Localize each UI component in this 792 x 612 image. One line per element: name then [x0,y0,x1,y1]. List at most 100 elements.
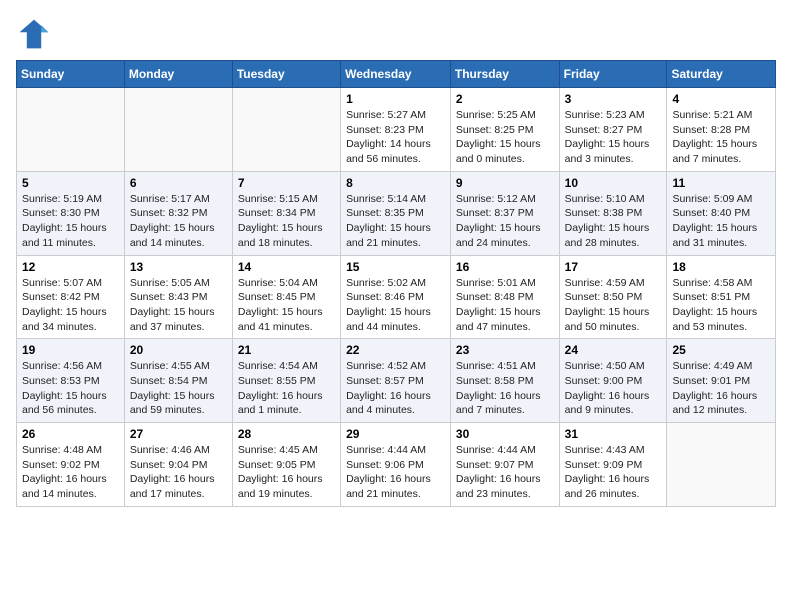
weekday-header-thursday: Thursday [450,61,559,88]
day-info: Sunrise: 4:46 AM Sunset: 9:04 PM Dayligh… [130,443,227,502]
day-info: Sunrise: 4:54 AM Sunset: 8:55 PM Dayligh… [238,359,335,418]
day-number: 20 [130,343,227,357]
day-cell-20: 20 Sunrise: 4:55 AM Sunset: 8:54 PM Dayli… [124,339,232,423]
day-number: 28 [238,427,335,441]
day-info: Sunrise: 4:49 AM Sunset: 9:01 PM Dayligh… [672,359,770,418]
day-cell-24: 24Sunrise: 4:50 AM Sunset: 9:00 PM Dayli… [559,339,667,423]
day-number: 8 [346,176,445,190]
day-number: 31 [565,427,662,441]
day-info: Sunrise: 5:07 AM Sunset: 8:42 PM Dayligh… [22,276,119,335]
day-cell-10: 10 Sunrise: 5:10 AM Sunset: 8:38 PM Dayli… [559,171,667,255]
day-info: Sunrise: 4:45 AM Sunset: 9:05 PM Dayligh… [238,443,335,502]
day-number: 18 [672,260,770,274]
day-number: 7 [238,176,335,190]
day-number: 3 [565,92,662,106]
day-info: Sunrise: 5:02 AM Sunset: 8:46 PM Dayligh… [346,276,445,335]
day-number: 14 [238,260,335,274]
day-number: 6 [130,176,227,190]
page-header [16,16,776,52]
day-info: Sunrise: 5:04 AM Sunset: 8:45 PM Dayligh… [238,276,335,335]
day-info: Sunrise: 4:52 AM Sunset: 8:57 PM Dayligh… [346,359,445,418]
day-cell-29: 29 Sunrise: 4:44 AM Sunset: 9:06 PM Dayli… [341,423,451,507]
day-info: Sunrise: 5:19 AM Sunset: 8:30 PM Dayligh… [22,192,119,251]
week-row-2: 5 Sunrise: 5:19 AM Sunset: 8:30 PM Daylig… [17,171,776,255]
day-cell-7: 7 Sunrise: 5:15 AM Sunset: 8:34 PM Daylig… [232,171,340,255]
day-info: Sunrise: 5:25 AM Sunset: 8:25 PM Dayligh… [456,108,554,167]
day-number: 25 [672,343,770,357]
day-info: Sunrise: 4:59 AM Sunset: 8:50 PM Dayligh… [565,276,662,335]
calendar: SundayMondayTuesdayWednesdayThursdayFrid… [16,60,776,507]
week-row-5: 26Sunrise: 4:48 AM Sunset: 9:02 PM Dayli… [17,423,776,507]
day-number: 13 [130,260,227,274]
day-cell-8: 8Sunrise: 5:14 AM Sunset: 8:35 PM Daylig… [341,171,451,255]
day-info: Sunrise: 4:43 AM Sunset: 9:09 PM Dayligh… [565,443,662,502]
weekday-header-monday: Monday [124,61,232,88]
day-cell-31: 31 Sunrise: 4:43 AM Sunset: 9:09 PM Dayli… [559,423,667,507]
day-cell-13: 13 Sunrise: 5:05 AM Sunset: 8:43 PM Dayli… [124,255,232,339]
day-number: 11 [672,176,770,190]
empty-cell [667,423,776,507]
day-info: Sunrise: 5:15 AM Sunset: 8:34 PM Dayligh… [238,192,335,251]
day-cell-30: 30Sunrise: 4:44 AM Sunset: 9:07 PM Dayli… [450,423,559,507]
day-cell-5: 5 Sunrise: 5:19 AM Sunset: 8:30 PM Daylig… [17,171,125,255]
day-cell-1: 1 Sunrise: 5:27 AM Sunset: 8:23 PM Daylig… [341,88,451,172]
day-cell-3: 3 Sunrise: 5:23 AM Sunset: 8:27 PM Daylig… [559,88,667,172]
day-cell-18: 18 Sunrise: 4:58 AM Sunset: 8:51 PM Dayli… [667,255,776,339]
day-info: Sunrise: 4:56 AM Sunset: 8:53 PM Dayligh… [22,359,119,418]
day-cell-19: 19 Sunrise: 4:56 AM Sunset: 8:53 PM Dayli… [17,339,125,423]
day-cell-6: 6Sunrise: 5:17 AM Sunset: 8:32 PM Daylig… [124,171,232,255]
day-info: Sunrise: 5:12 AM Sunset: 8:37 PM Dayligh… [456,192,554,251]
day-number: 21 [238,343,335,357]
day-cell-21: 21 Sunrise: 4:54 AM Sunset: 8:55 PM Dayli… [232,339,340,423]
weekday-header-sunday: Sunday [17,61,125,88]
day-info: Sunrise: 5:05 AM Sunset: 8:43 PM Dayligh… [130,276,227,335]
day-info: Sunrise: 5:10 AM Sunset: 8:38 PM Dayligh… [565,192,662,251]
day-info: Sunrise: 5:27 AM Sunset: 8:23 PM Dayligh… [346,108,445,167]
weekday-header-friday: Friday [559,61,667,88]
logo [16,16,56,52]
logo-icon [16,16,52,52]
day-info: Sunrise: 4:55 AM Sunset: 8:54 PM Dayligh… [130,359,227,418]
empty-cell [232,88,340,172]
day-number: 12 [22,260,119,274]
day-info: Sunrise: 4:51 AM Sunset: 8:58 PM Dayligh… [456,359,554,418]
day-cell-16: 16Sunrise: 5:01 AM Sunset: 8:48 PM Dayli… [450,255,559,339]
weekday-header-row: SundayMondayTuesdayWednesdayThursdayFrid… [17,61,776,88]
day-cell-4: 4 Sunrise: 5:21 AM Sunset: 8:28 PM Daylig… [667,88,776,172]
day-number: 26 [22,427,119,441]
day-cell-9: 9Sunrise: 5:12 AM Sunset: 8:37 PM Daylig… [450,171,559,255]
day-info: Sunrise: 5:21 AM Sunset: 8:28 PM Dayligh… [672,108,770,167]
day-cell-11: 11 Sunrise: 5:09 AM Sunset: 8:40 PM Dayli… [667,171,776,255]
weekday-header-tuesday: Tuesday [232,61,340,88]
day-number: 1 [346,92,445,106]
day-cell-2: 2Sunrise: 5:25 AM Sunset: 8:25 PM Daylig… [450,88,559,172]
day-cell-28: 28 Sunrise: 4:45 AM Sunset: 9:05 PM Dayli… [232,423,340,507]
weekday-header-saturday: Saturday [667,61,776,88]
day-number: 29 [346,427,445,441]
week-row-4: 19 Sunrise: 4:56 AM Sunset: 8:53 PM Dayli… [17,339,776,423]
day-info: Sunrise: 4:44 AM Sunset: 9:06 PM Dayligh… [346,443,445,502]
day-cell-12: 12 Sunrise: 5:07 AM Sunset: 8:42 PM Dayli… [17,255,125,339]
day-number: 27 [130,427,227,441]
day-cell-22: 22 Sunrise: 4:52 AM Sunset: 8:57 PM Dayli… [341,339,451,423]
empty-cell [17,88,125,172]
day-cell-17: 17 Sunrise: 4:59 AM Sunset: 8:50 PM Dayli… [559,255,667,339]
day-cell-27: 27 Sunrise: 4:46 AM Sunset: 9:04 PM Dayli… [124,423,232,507]
day-cell-14: 14 Sunrise: 5:04 AM Sunset: 8:45 PM Dayli… [232,255,340,339]
day-number: 5 [22,176,119,190]
day-info: Sunrise: 5:09 AM Sunset: 8:40 PM Dayligh… [672,192,770,251]
week-row-3: 12 Sunrise: 5:07 AM Sunset: 8:42 PM Dayli… [17,255,776,339]
empty-cell [124,88,232,172]
day-number: 23 [456,343,554,357]
day-info: Sunrise: 5:23 AM Sunset: 8:27 PM Dayligh… [565,108,662,167]
day-info: Sunrise: 5:01 AM Sunset: 8:48 PM Dayligh… [456,276,554,335]
day-info: Sunrise: 4:58 AM Sunset: 8:51 PM Dayligh… [672,276,770,335]
day-number: 10 [565,176,662,190]
day-number: 17 [565,260,662,274]
day-cell-23: 23 Sunrise: 4:51 AM Sunset: 8:58 PM Dayli… [450,339,559,423]
day-number: 4 [672,92,770,106]
day-number: 19 [22,343,119,357]
day-number: 22 [346,343,445,357]
weekday-header-wednesday: Wednesday [341,61,451,88]
day-number: 15 [346,260,445,274]
